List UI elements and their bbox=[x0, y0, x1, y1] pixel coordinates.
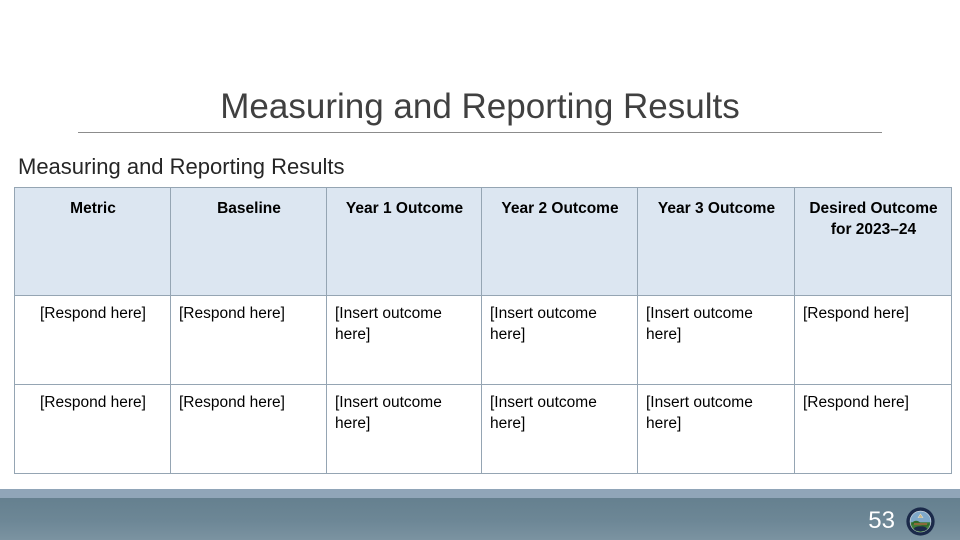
page-number: 53 bbox=[868, 507, 895, 534]
cell-metric[interactable]: [Respond here] bbox=[14, 295, 171, 385]
state-seal-logo bbox=[906, 507, 935, 536]
cell-year-2-outcome[interactable]: [Insert outcome here] bbox=[481, 384, 638, 474]
column-header-metric: Metric bbox=[14, 187, 171, 296]
cell-baseline[interactable]: [Respond here] bbox=[170, 384, 327, 474]
column-header-year-2-outcome: Year 2 Outcome bbox=[481, 187, 638, 296]
table-row: [Respond here] [Respond here] [Insert ou… bbox=[14, 384, 952, 474]
column-header-year-3-outcome: Year 3 Outcome bbox=[637, 187, 795, 296]
cell-year-1-outcome[interactable]: [Insert outcome here] bbox=[326, 295, 482, 385]
footer-bar bbox=[0, 498, 960, 540]
cell-baseline[interactable]: [Respond here] bbox=[170, 295, 327, 385]
column-header-year-1-outcome: Year 1 Outcome bbox=[326, 187, 482, 296]
results-table: Metric Baseline Year 1 Outcome Year 2 Ou… bbox=[14, 187, 952, 474]
table-header-row: Metric Baseline Year 1 Outcome Year 2 Ou… bbox=[14, 187, 952, 296]
column-header-desired-outcome: Desired Outcome for 2023–24 bbox=[794, 187, 952, 296]
section-subtitle: Measuring and Reporting Results bbox=[18, 154, 345, 179]
cell-year-3-outcome[interactable]: [Insert outcome here] bbox=[637, 295, 795, 385]
cell-year-2-outcome[interactable]: [Insert outcome here] bbox=[481, 295, 638, 385]
cell-year-1-outcome[interactable]: [Insert outcome here] bbox=[326, 384, 482, 474]
cell-metric[interactable]: [Respond here] bbox=[14, 384, 171, 474]
cell-desired-outcome[interactable]: [Respond here] bbox=[794, 384, 952, 474]
footer-accent-strip bbox=[0, 489, 960, 498]
cell-year-3-outcome[interactable]: [Insert outcome here] bbox=[637, 384, 795, 474]
title-divider bbox=[78, 132, 882, 133]
table-row: [Respond here] [Respond here] [Insert ou… bbox=[14, 295, 952, 385]
cell-desired-outcome[interactable]: [Respond here] bbox=[794, 295, 952, 385]
column-header-baseline: Baseline bbox=[170, 187, 327, 296]
page-title: Measuring and Reporting Results bbox=[220, 87, 740, 126]
